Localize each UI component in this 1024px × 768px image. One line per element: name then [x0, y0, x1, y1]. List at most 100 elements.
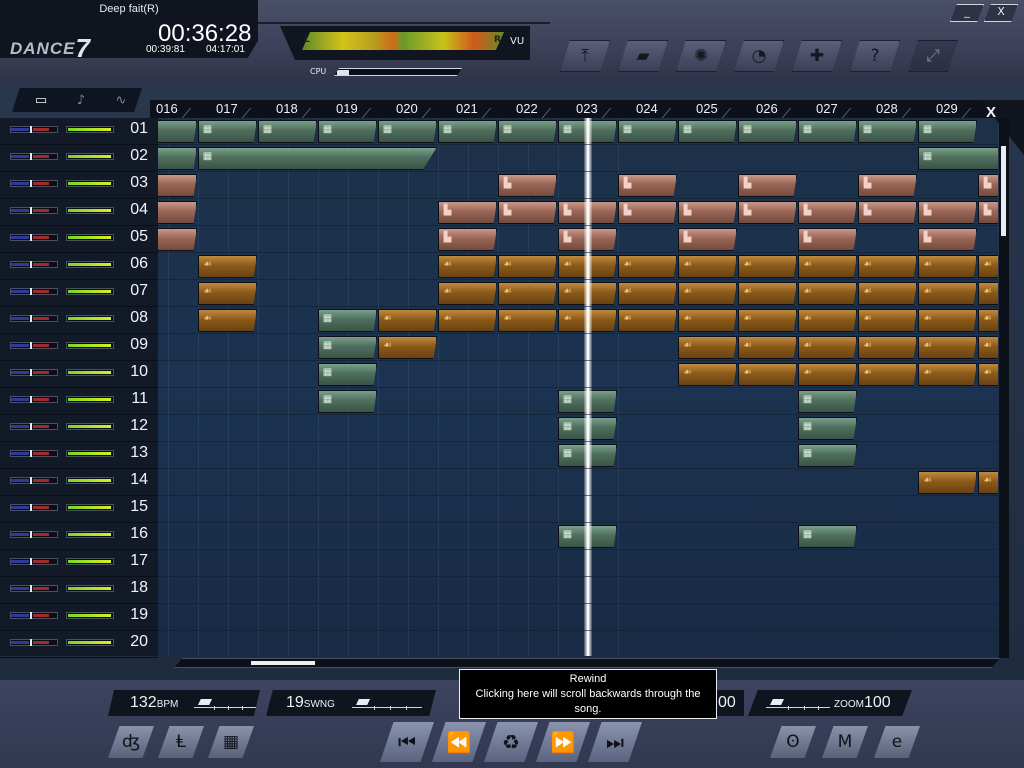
volume-slider[interactable] [66, 234, 114, 241]
pan-marker[interactable] [30, 423, 32, 430]
vertical-scroll-thumb[interactable] [1001, 146, 1006, 236]
track-header[interactable]: 09 [0, 334, 158, 361]
pan-marker[interactable] [30, 396, 32, 403]
pan-marker[interactable] [30, 504, 32, 511]
pan-slider[interactable] [10, 288, 58, 295]
track-header[interactable]: 08 [0, 307, 158, 334]
pan-marker[interactable] [30, 585, 32, 592]
pan-marker[interactable] [30, 288, 32, 295]
pan-slider[interactable] [10, 234, 58, 241]
pan-slider[interactable] [10, 396, 58, 403]
track-header[interactable]: 12 [0, 415, 158, 442]
track-header[interactable]: 20 [0, 631, 158, 658]
bpm-slider-thumb[interactable] [198, 699, 212, 705]
grid-row[interactable] [158, 442, 998, 469]
volume-slider[interactable] [66, 585, 114, 592]
track-header[interactable]: 03 [0, 172, 158, 199]
arrangement-grid[interactable]: ▦▦▦▦▦▦▦▦▦▦▦▦▦▦▦▦▦▙▙▙▙▙▙▙▙▙▙▙▙▙▙▙▙▙▙▙▙▙▙▙… [158, 118, 998, 656]
pan-slider[interactable] [10, 369, 58, 376]
pan-slider[interactable] [10, 450, 58, 457]
grid-row[interactable] [158, 361, 998, 388]
pan-marker[interactable] [30, 477, 32, 484]
volume-slider[interactable] [66, 423, 114, 430]
pan-marker[interactable] [30, 639, 32, 646]
grid-row[interactable] [158, 307, 998, 334]
track-header[interactable]: 04 [0, 199, 158, 226]
pan-slider[interactable] [10, 531, 58, 538]
volume-slider[interactable] [66, 261, 114, 268]
pan-slider[interactable] [10, 342, 58, 349]
grid-row[interactable] [158, 280, 998, 307]
pan-marker[interactable] [30, 261, 32, 268]
pan-slider[interactable] [10, 315, 58, 322]
track-header[interactable]: 10 [0, 361, 158, 388]
pan-slider[interactable] [10, 207, 58, 214]
grid-row[interactable] [158, 226, 998, 253]
volume-slider[interactable] [66, 558, 114, 565]
grid-row[interactable] [158, 604, 998, 631]
pan-slider[interactable] [10, 504, 58, 511]
pan-slider[interactable] [10, 153, 58, 160]
grid-row[interactable] [158, 523, 998, 550]
pan-slider[interactable] [10, 423, 58, 430]
volume-slider[interactable] [66, 369, 114, 376]
grid-row[interactable] [158, 415, 998, 442]
grid-row[interactable] [158, 469, 998, 496]
pan-marker[interactable] [30, 558, 32, 565]
grid-row[interactable] [158, 496, 998, 523]
pan-marker[interactable] [30, 369, 32, 376]
grid-row[interactable] [158, 388, 998, 415]
track-header[interactable]: 06 [0, 253, 158, 280]
volume-slider[interactable] [66, 126, 114, 133]
tab-wave[interactable]: ∿ [100, 88, 142, 112]
grid-row[interactable] [158, 118, 998, 145]
track-header[interactable]: 11 [0, 388, 158, 415]
track-header[interactable]: 15 [0, 496, 158, 523]
track-header[interactable]: 02 [0, 145, 158, 172]
grid-row[interactable] [158, 199, 998, 226]
track-header[interactable]: 18 [0, 577, 158, 604]
horizontal-scrollbar[interactable] [174, 658, 1000, 668]
pan-marker[interactable] [30, 531, 32, 538]
pan-slider[interactable] [10, 477, 58, 484]
pan-slider[interactable] [10, 180, 58, 187]
volume-slider[interactable] [66, 207, 114, 214]
tab-loops[interactable]: ▭ [20, 88, 62, 112]
bar-ruler[interactable]: 016 017 018 019 020 021 022 023 024 025 026 027 028 0… [150, 100, 1010, 118]
pan-slider[interactable] [10, 585, 58, 592]
pan-marker[interactable] [30, 180, 32, 187]
volume-slider[interactable] [66, 612, 114, 619]
grid-row[interactable] [158, 253, 998, 280]
track-header[interactable]: 17 [0, 550, 158, 577]
pan-marker[interactable] [30, 450, 32, 457]
track-header[interactable]: 01 [0, 118, 158, 145]
volume-slider[interactable] [66, 504, 114, 511]
pan-slider[interactable] [10, 639, 58, 646]
tab-instrument[interactable]: ♪ [60, 88, 102, 112]
crossfade-button[interactable]: X [986, 104, 996, 121]
track-header[interactable]: 19 [0, 604, 158, 631]
volume-slider[interactable] [66, 477, 114, 484]
volume-slider[interactable] [66, 315, 114, 322]
pan-marker[interactable] [30, 234, 32, 241]
track-header[interactable]: 16 [0, 523, 158, 550]
volume-slider[interactable] [66, 450, 114, 457]
grid-row[interactable] [158, 631, 998, 656]
volume-slider[interactable] [66, 288, 114, 295]
pan-marker[interactable] [30, 315, 32, 322]
grid-row[interactable] [158, 577, 998, 604]
track-header[interactable]: 05 [0, 226, 158, 253]
track-header[interactable]: 13 [0, 442, 158, 469]
volume-slider[interactable] [66, 639, 114, 646]
vertical-scrollbar[interactable] [999, 118, 1009, 658]
zoom-slider[interactable] [766, 698, 830, 710]
volume-slider[interactable] [66, 531, 114, 538]
swing-slider-thumb[interactable] [356, 699, 370, 705]
grid-row[interactable] [158, 145, 998, 172]
pan-marker[interactable] [30, 612, 32, 619]
volume-slider[interactable] [66, 180, 114, 187]
pan-slider[interactable] [10, 558, 58, 565]
grid-row[interactable] [158, 172, 998, 199]
swing-slider[interactable] [352, 698, 422, 710]
zoom-slider-thumb[interactable] [770, 699, 784, 705]
